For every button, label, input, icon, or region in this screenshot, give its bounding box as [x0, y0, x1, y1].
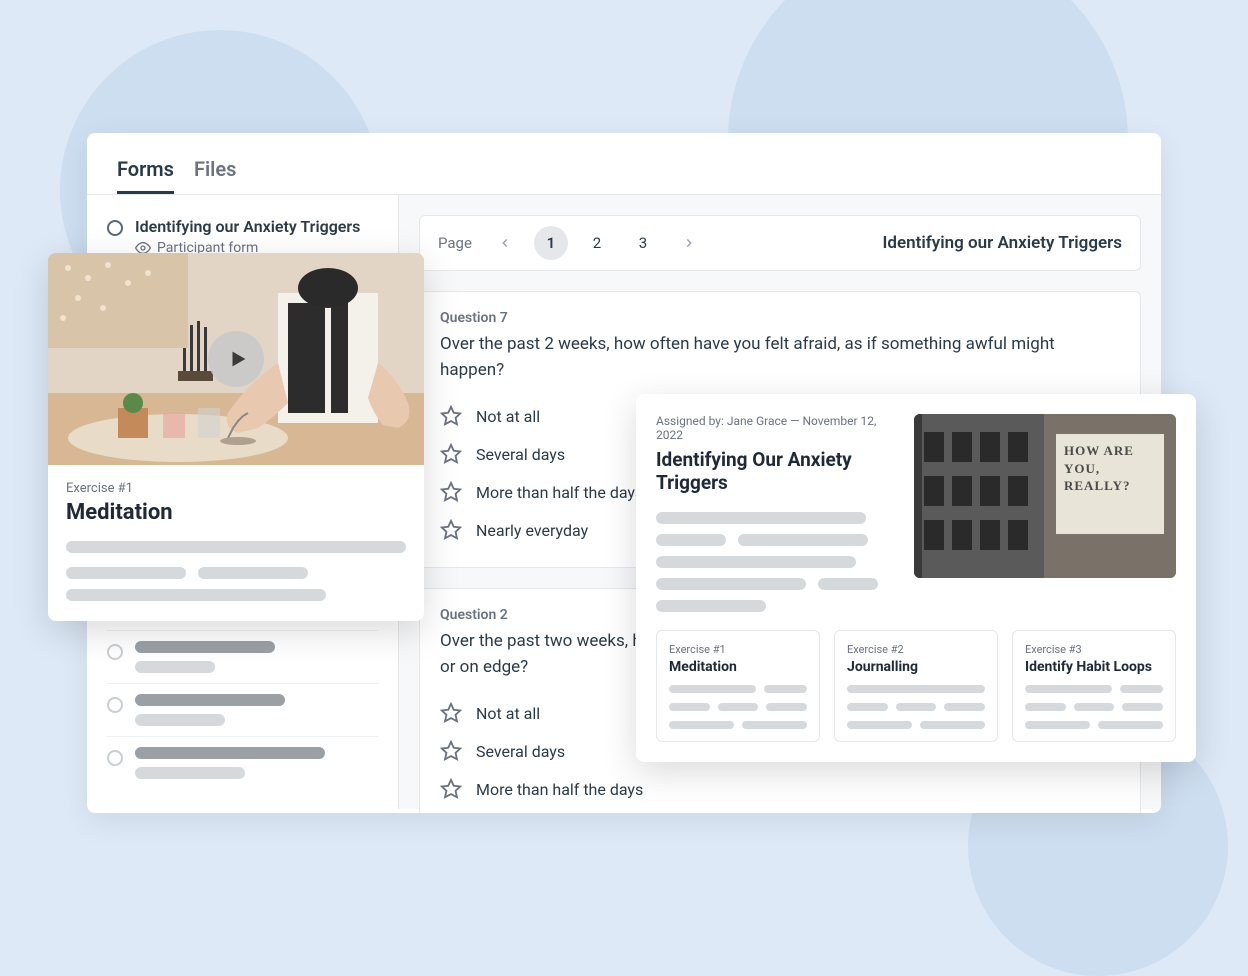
assignment-meta: Assigned by: Jane Grace — November 12, 2… — [656, 414, 894, 442]
page-button-1[interactable]: 1 — [534, 226, 568, 260]
chevron-right-icon — [682, 236, 696, 250]
radio-icon — [107, 220, 123, 236]
page-button-2[interactable]: 2 — [580, 226, 614, 260]
tab-bar: Forms Files — [87, 133, 1161, 194]
assignment-card[interactable]: Assigned by: Jane Grace — November 12, 2… — [636, 394, 1196, 762]
list-item[interactable] — [107, 630, 378, 683]
option-more-than-half[interactable]: More than half the days — [440, 770, 1120, 808]
prev-page-button[interactable] — [488, 226, 522, 260]
billboard-text: HOW ARE YOU, REALLY? — [1064, 442, 1159, 495]
page-title: Identifying our Anxiety Triggers — [883, 233, 1122, 253]
assignment-title: Identifying Our Anxiety Triggers — [656, 448, 894, 494]
play-button[interactable] — [208, 331, 264, 387]
tab-forms[interactable]: Forms — [117, 157, 174, 194]
exercise-title: Meditation — [66, 500, 406, 525]
option-nearly-everyday[interactable]: Nearly everyday — [440, 808, 1120, 813]
sidebar-form-title: Identifying our Anxiety Triggers — [135, 217, 360, 236]
question-label: Question 7 — [440, 310, 1120, 326]
exercise-thumbnail[interactable] — [48, 253, 424, 465]
exercise-card[interactable]: Exercise #1 Meditation — [48, 253, 424, 621]
star-icon — [440, 481, 462, 503]
mini-card-journalling[interactable]: Exercise #2 Journalling — [834, 630, 998, 742]
star-icon — [440, 740, 462, 762]
star-icon — [440, 519, 462, 541]
star-icon — [440, 405, 462, 427]
mini-card-meditation[interactable]: Exercise #1 Meditation — [656, 630, 820, 742]
page-label: Page — [438, 234, 472, 252]
mini-card-habit-loops[interactable]: Exercise #3 Identify Habit Loops — [1012, 630, 1176, 742]
next-page-button[interactable] — [672, 226, 706, 260]
page-button-3[interactable]: 3 — [626, 226, 660, 260]
radio-icon — [107, 697, 123, 713]
question-text: Over the past 2 weeks, how often have yo… — [440, 332, 1120, 383]
chevron-left-icon — [498, 236, 512, 250]
play-icon — [227, 348, 249, 370]
radio-icon — [107, 750, 123, 766]
assignment-image: HOW ARE YOU, REALLY? — [914, 414, 1176, 578]
list-item[interactable] — [107, 683, 378, 736]
page-bar: Page 1 2 3 Identifying our Anxiety Trigg… — [419, 215, 1141, 271]
tab-files[interactable]: Files — [194, 157, 236, 194]
star-icon — [440, 443, 462, 465]
star-icon — [440, 702, 462, 724]
star-icon — [440, 778, 462, 800]
list-item[interactable] — [107, 736, 378, 789]
exercise-label: Exercise #1 — [66, 481, 406, 496]
radio-icon — [107, 644, 123, 660]
